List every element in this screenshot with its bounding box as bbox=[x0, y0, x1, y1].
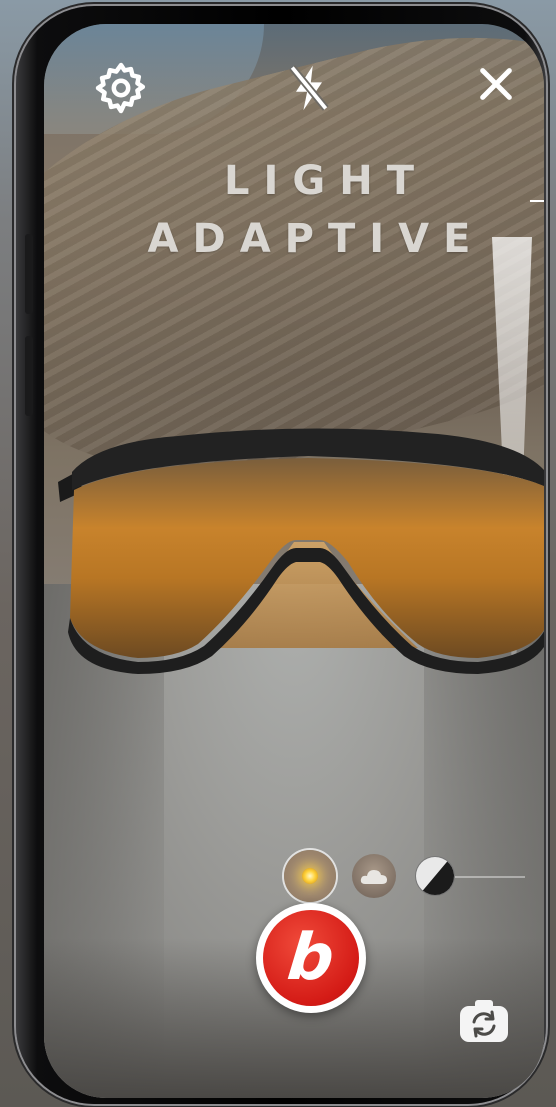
mode-sun-button[interactable] bbox=[284, 850, 336, 902]
camera-view: LIGHT ADAPTIVE b bbox=[44, 24, 544, 1098]
close-icon bbox=[480, 68, 512, 100]
mode-contrast-button[interactable] bbox=[415, 856, 455, 896]
bolle-logo-icon: b bbox=[263, 910, 359, 1006]
settings-button[interactable] bbox=[93, 60, 149, 116]
title-line-2: ADAPTIVE bbox=[147, 216, 485, 262]
title-line-1: LIGHT bbox=[224, 158, 428, 204]
flip-camera-icon[interactable] bbox=[458, 998, 510, 1044]
gear-icon bbox=[95, 62, 146, 114]
mode-cloud-button[interactable] bbox=[352, 854, 396, 898]
phone-frame: LIGHT ADAPTIVE b bbox=[16, 6, 546, 1104]
flash-toggle-button[interactable] bbox=[284, 60, 334, 116]
contrast-icon bbox=[416, 857, 454, 895]
slider-pointer-line bbox=[530, 200, 544, 202]
capture-button[interactable]: b bbox=[256, 903, 366, 1013]
volume-up-button bbox=[25, 234, 33, 314]
close-button[interactable] bbox=[474, 62, 518, 106]
sunglasses-overlay bbox=[58, 428, 544, 674]
flash-off-icon bbox=[289, 65, 329, 111]
mode-divider bbox=[455, 876, 525, 878]
capture-logo-text: b bbox=[284, 921, 338, 995]
cloud-icon bbox=[360, 870, 387, 884]
volume-down-button bbox=[25, 336, 33, 416]
sun-icon bbox=[302, 868, 318, 884]
lens-mode-selector bbox=[284, 850, 525, 906]
